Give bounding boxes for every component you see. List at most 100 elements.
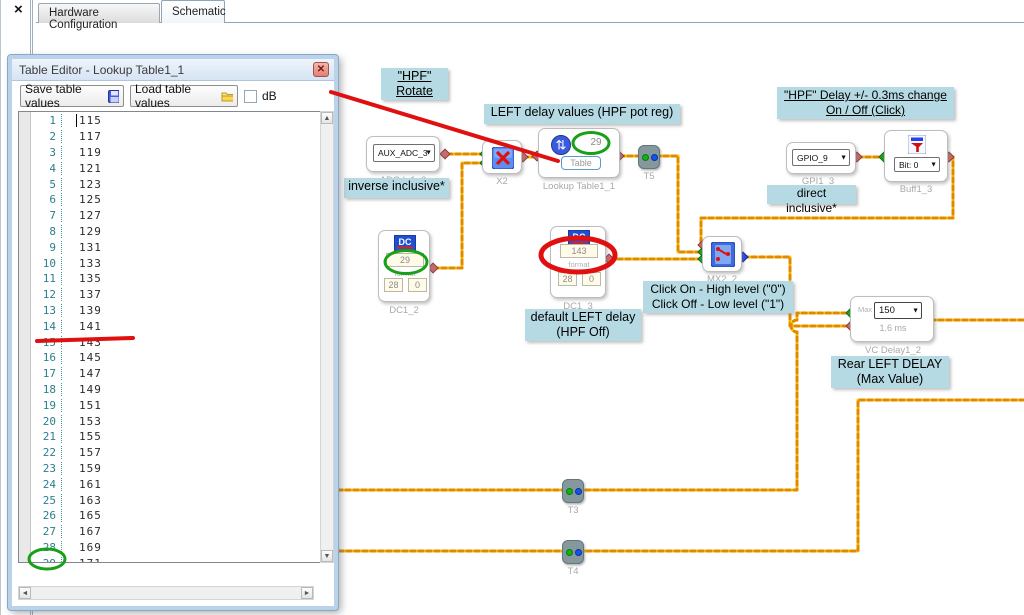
- block-dc1-3[interactable]: DC 143 format 28 0: [550, 226, 606, 298]
- table-row[interactable]: 20153: [32, 413, 327, 429]
- vertical-scrollbar[interactable]: ▲ ▼: [320, 111, 334, 563]
- table-value[interactable]: 121: [62, 162, 102, 175]
- table-row[interactable]: 2117: [32, 129, 327, 145]
- dialog-title[interactable]: Table Editor - Lookup Table1_1: [12, 59, 334, 81]
- table-value[interactable]: 133: [62, 257, 102, 270]
- block-dc1-2[interactable]: DC 29 format 28 0: [378, 230, 430, 302]
- table-row[interactable]: 17147: [32, 366, 327, 382]
- table-row[interactable]: 8129: [32, 224, 327, 240]
- table-row[interactable]: 14141: [32, 318, 327, 334]
- dialog-close-button[interactable]: ✕: [313, 62, 329, 77]
- table-row[interactable]: 4121: [32, 160, 327, 176]
- table-row[interactable]: 28169: [32, 540, 327, 556]
- table-row[interactable]: 29171: [32, 555, 327, 563]
- table-value[interactable]: 167: [62, 525, 102, 538]
- block-t4[interactable]: [562, 540, 584, 564]
- table-row[interactable]: 26165: [32, 508, 327, 524]
- load-table-values-button[interactable]: Load table values: [130, 85, 238, 107]
- table-value[interactable]: 139: [62, 304, 102, 317]
- tab-hardware-configuration[interactable]: Hardware Configuration: [38, 3, 160, 23]
- table-row[interactable]: 1115: [32, 113, 327, 129]
- scroll-down-arrow[interactable]: ▼: [321, 550, 333, 562]
- scroll-up-arrow[interactable]: ▲: [321, 112, 333, 124]
- delay-max-dropdown[interactable]: 150 ▼: [874, 302, 922, 319]
- table-value[interactable]: 131: [62, 241, 102, 254]
- table-value[interactable]: 115: [62, 114, 102, 127]
- chevron-down-icon: ▼: [425, 150, 432, 157]
- block-x2[interactable]: [482, 140, 522, 174]
- table-button[interactable]: Table: [561, 156, 601, 170]
- table-row[interactable]: 22157: [32, 445, 327, 461]
- dc1-3-format-frac-field[interactable]: 0: [582, 272, 601, 286]
- table-value[interactable]: 151: [62, 399, 102, 412]
- table-row[interactable]: 13139: [32, 303, 327, 319]
- table-value[interactable]: 135: [62, 272, 102, 285]
- line-number: 27: [32, 525, 62, 538]
- table-value[interactable]: 159: [62, 462, 102, 475]
- scroll-right-arrow[interactable]: ►: [301, 587, 313, 599]
- table-value[interactable]: 157: [62, 446, 102, 459]
- table-row[interactable]: 23159: [32, 461, 327, 477]
- block-t3[interactable]: [562, 479, 584, 503]
- table-row[interactable]: 9131: [32, 239, 327, 255]
- table-value[interactable]: 155: [62, 430, 102, 443]
- table-row[interactable]: 18149: [32, 382, 327, 398]
- table-value[interactable]: 143: [62, 336, 102, 349]
- table-value[interactable]: 141: [62, 320, 102, 333]
- table-value[interactable]: 123: [62, 178, 102, 191]
- block-gpi1-3[interactable]: GPIO_9 ▼: [786, 142, 856, 174]
- block-t5[interactable]: [638, 145, 660, 169]
- block-adc-in1-2[interactable]: AUX_ADC_3 ▼: [366, 136, 440, 172]
- table-value[interactable]: 137: [62, 288, 102, 301]
- table-row[interactable]: 10133: [32, 255, 327, 271]
- save-table-values-button[interactable]: Save table values: [20, 85, 124, 107]
- table-row[interactable]: 11135: [32, 271, 327, 287]
- dc1-2-value-field[interactable]: 29: [386, 253, 424, 267]
- line-number: 4: [32, 162, 62, 175]
- table-row[interactable]: 7127: [32, 208, 327, 224]
- dc1-2-format-int-field[interactable]: 28: [384, 278, 403, 292]
- table-value[interactable]: 153: [62, 415, 102, 428]
- table-value[interactable]: 147: [62, 367, 102, 380]
- vcdelay-block-label: VC Delay1_2: [865, 345, 921, 356]
- table-value[interactable]: 163: [62, 494, 102, 507]
- dc1-3-value-field[interactable]: 143: [560, 244, 598, 258]
- table-values-editor[interactable]: 1115211731194121512361257127812991311013…: [18, 111, 328, 563]
- horizontal-scrollbar[interactable]: ◄ ►: [18, 586, 314, 600]
- table-value[interactable]: 119: [62, 146, 102, 159]
- table-row[interactable]: 25163: [32, 492, 327, 508]
- table-row[interactable]: 3119: [32, 145, 327, 161]
- dc1-3-format-int-field[interactable]: 28: [558, 272, 577, 286]
- table-row[interactable]: 5123: [32, 176, 327, 192]
- block-buff1-3[interactable]: Bit: 0 ▼: [884, 130, 948, 182]
- tab-schematic[interactable]: Schematic: [161, 0, 225, 23]
- table-row[interactable]: 21155: [32, 429, 327, 445]
- table-value[interactable]: 145: [62, 351, 102, 364]
- block-lookup-table[interactable]: ⇅ 29 Table: [538, 128, 620, 178]
- close-icon[interactable]: ×: [14, 1, 23, 18]
- table-value[interactable]: 149: [62, 383, 102, 396]
- table-value[interactable]: 165: [62, 509, 102, 522]
- table-row[interactable]: 27167: [32, 524, 327, 540]
- table-row[interactable]: 15143: [32, 334, 327, 350]
- adc-source-dropdown[interactable]: AUX_ADC_3 ▼: [373, 144, 435, 162]
- table-value[interactable]: 117: [62, 130, 102, 143]
- scroll-left-arrow[interactable]: ◄: [19, 587, 31, 599]
- table-value[interactable]: 171: [62, 557, 102, 563]
- bit-select-dropdown[interactable]: Bit: 0 ▼: [894, 157, 940, 172]
- table-row[interactable]: 19151: [32, 397, 327, 413]
- block-mx2-2[interactable]: [702, 236, 742, 272]
- table-value[interactable]: 125: [62, 193, 102, 206]
- gpio-source-dropdown[interactable]: GPIO_9 ▼: [792, 149, 850, 166]
- table-value[interactable]: 127: [62, 209, 102, 222]
- dc1-2-format-frac-field[interactable]: 0: [408, 278, 427, 292]
- db-checkbox[interactable]: [244, 90, 257, 103]
- table-value[interactable]: 169: [62, 541, 102, 554]
- block-vc-delay[interactable]: Max 150 ▼ 1.6 ms: [850, 296, 934, 342]
- table-value[interactable]: 129: [62, 225, 102, 238]
- table-row[interactable]: 16145: [32, 350, 327, 366]
- table-value[interactable]: 161: [62, 478, 102, 491]
- table-row[interactable]: 12137: [32, 287, 327, 303]
- table-row[interactable]: 24161: [32, 476, 327, 492]
- table-row[interactable]: 6125: [32, 192, 327, 208]
